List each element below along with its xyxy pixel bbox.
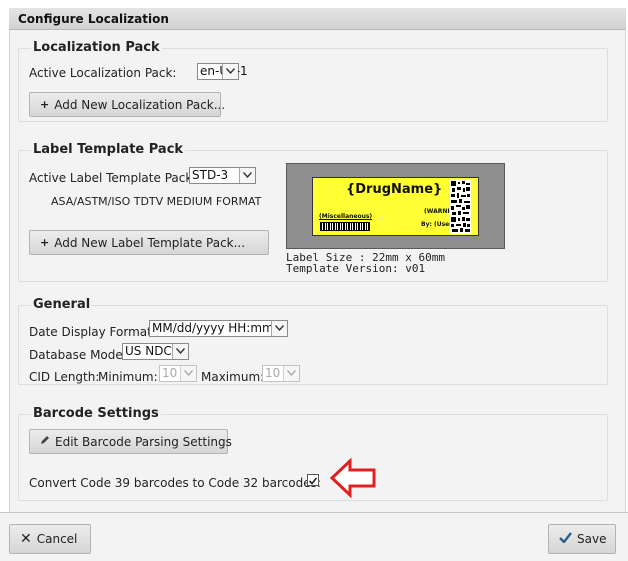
active-template-label: Active Label Template Pack: [29, 171, 197, 185]
template-pack-select[interactable]: STD-3 [189, 167, 256, 184]
chevron-down-icon [239, 168, 255, 183]
template-version-text: Template Version: v01 [286, 262, 426, 275]
database-mode-value: US NDC [125, 344, 172, 358]
template-pack-value: STD-3 [192, 168, 229, 182]
date-format-value: MM/dd/yyyy HH:mm [152, 321, 274, 335]
chevron-down-icon [172, 344, 188, 359]
checkmark-icon [308, 477, 318, 485]
save-button[interactable]: Save [548, 524, 616, 554]
preview-drug-name: {DrugName} [346, 182, 443, 197]
checkmark-icon [559, 532, 572, 546]
localization-pack-select[interactable]: en-US-1 [197, 63, 248, 80]
localization-title: Localization Pack [31, 40, 162, 55]
cid-maximum-value: 10 [265, 366, 281, 380]
dialog-title: Configure Localization [9, 8, 626, 30]
pencil-icon [40, 435, 50, 448]
chevron-down-icon [271, 321, 287, 336]
cid-minimum-value: 10 [162, 366, 178, 380]
cid-length-label: CID Length: [29, 370, 100, 384]
barcode-title: Barcode Settings [31, 406, 161, 421]
add-localization-pack-button[interactable]: + Add New Localization Pack... [29, 92, 225, 117]
chevron-down-icon [180, 366, 196, 381]
date-format-select[interactable]: MM/dd/yyyy HH:mm [149, 320, 288, 337]
cid-maximum-select[interactable]: 10 [262, 365, 300, 382]
convert-code39-label: Convert Code 39 barcodes to Code 32 barc… [29, 476, 321, 490]
date-format-label: Date Display Format: [29, 325, 156, 339]
edit-barcode-settings-label: Edit Barcode Parsing Settings [55, 434, 232, 449]
database-mode-label: Database Mode: [29, 348, 127, 362]
add-template-pack-label: Add New Label Template Pack... [54, 235, 246, 250]
qr-code-icon [450, 180, 471, 234]
convert-code39-checkbox[interactable] [307, 474, 319, 486]
chevron-down-icon [283, 366, 299, 381]
dialog-footer: ✕ Cancel Save [0, 512, 628, 561]
plus-icon: + [40, 236, 50, 249]
add-localization-pack-label: Add New Localization Pack... [54, 97, 226, 112]
label-template-title: Label Template Pack [31, 142, 186, 157]
cid-minimum-label: Minimum: [98, 370, 158, 384]
template-format-name: ASA/ASTM/ISO TDTV MEDIUM FORMAT [51, 195, 262, 208]
label-preview: {DrugName} (Miscellaneous) (WARNING) By:… [286, 163, 505, 249]
add-template-pack-button[interactable]: + Add New Label Template Pack... [29, 230, 269, 255]
close-icon: ✕ [20, 531, 32, 547]
cid-minimum-select[interactable]: 10 [159, 365, 197, 382]
cid-maximum-label: Maximum: [201, 370, 265, 384]
cancel-button[interactable]: ✕ Cancel [9, 524, 91, 554]
barcode-icon [320, 222, 370, 231]
chevron-down-icon [222, 64, 238, 79]
general-title: General [31, 297, 93, 312]
cancel-label: Cancel [36, 532, 78, 546]
preview-misc: (Miscellaneous) [319, 213, 373, 220]
plus-icon: + [40, 98, 50, 111]
database-mode-select[interactable]: US NDC [122, 343, 189, 360]
save-label: Save [577, 532, 607, 546]
edit-barcode-settings-button[interactable]: Edit Barcode Parsing Settings [29, 429, 232, 454]
active-localization-label: Active Localization Pack: [29, 66, 177, 80]
arrow-left-icon [329, 458, 376, 498]
